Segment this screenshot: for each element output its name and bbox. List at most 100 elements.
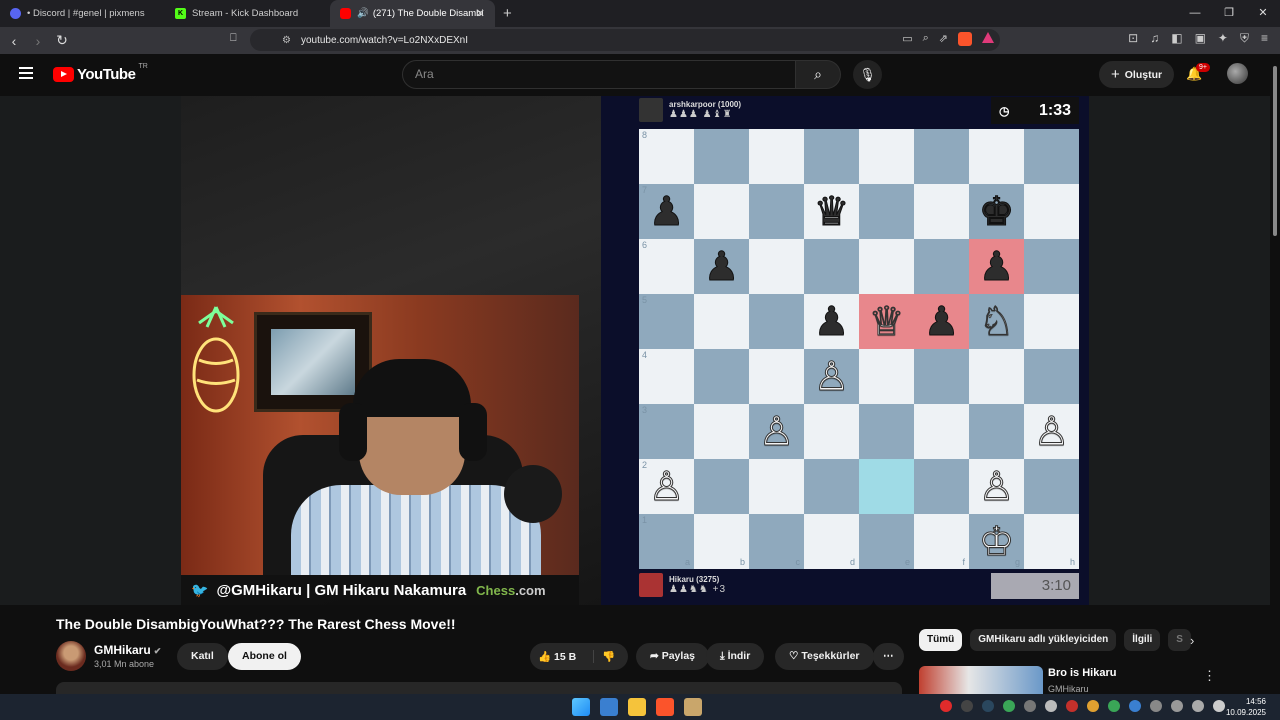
square-a1[interactable]: 1a bbox=[639, 514, 694, 569]
video-frame[interactable]: 🐦 @GMHikaru | GM Hikaru Nakamura Chess.c… bbox=[181, 96, 1089, 605]
square-h3[interactable]: ♙ bbox=[1024, 404, 1079, 459]
square-g1[interactable]: g ♔ bbox=[969, 514, 1024, 569]
app-icon[interactable] bbox=[684, 698, 702, 716]
square-d8[interactable] bbox=[804, 129, 859, 184]
screenshot-icon[interactable]: ⊡ bbox=[1128, 31, 1138, 46]
square-a2[interactable]: 2 ♙ bbox=[639, 459, 694, 514]
file-explorer-icon[interactable] bbox=[628, 698, 646, 716]
chess-piece[interactable]: ♙ bbox=[978, 466, 1015, 507]
video-player[interactable]: 🐦 @GMHikaru | GM Hikaru Nakamura Chess.c… bbox=[0, 96, 1270, 605]
tab-discord[interactable]: • Discord | #genel | pixmens bbox=[0, 0, 165, 27]
new-tab-icon[interactable]: + bbox=[503, 5, 512, 22]
page-scrollbar[interactable] bbox=[1270, 54, 1280, 694]
tray-icon-4[interactable] bbox=[1003, 700, 1015, 712]
square-e3[interactable] bbox=[859, 404, 914, 459]
square-a3[interactable]: 3 bbox=[639, 404, 694, 459]
square-c6[interactable] bbox=[749, 239, 804, 294]
dislike-button[interactable]: 👎 bbox=[594, 650, 615, 663]
system-clock[interactable]: 14:56 10.09.2025 bbox=[1226, 696, 1266, 718]
chess-piece[interactable]: ♟ bbox=[923, 301, 960, 342]
site-info-icon[interactable]: ⚙ bbox=[282, 35, 291, 46]
square-a7[interactable]: 7 ♟ bbox=[639, 184, 694, 239]
square-c7[interactable] bbox=[749, 184, 804, 239]
square-e7[interactable] bbox=[859, 184, 914, 239]
chip-more[interactable]: S bbox=[1168, 629, 1191, 651]
tray-icon-1[interactable] bbox=[940, 700, 952, 712]
square-g3[interactable] bbox=[969, 404, 1024, 459]
menu-icon[interactable]: ≡ bbox=[1261, 31, 1268, 46]
tray-icon-7[interactable] bbox=[1066, 700, 1078, 712]
chess-piece[interactable]: ♚ bbox=[978, 191, 1015, 232]
square-g2[interactable]: ♙ bbox=[969, 459, 1024, 514]
square-e6[interactable] bbox=[859, 239, 914, 294]
chess-piece[interactable]: ♟ bbox=[978, 246, 1015, 287]
tray-icon-2[interactable] bbox=[961, 700, 973, 712]
square-a8[interactable]: 8 bbox=[639, 129, 694, 184]
square-g7[interactable]: ♚ bbox=[969, 184, 1024, 239]
square-c4[interactable] bbox=[749, 349, 804, 404]
recommended-title[interactable]: Bro is Hikaru bbox=[1048, 667, 1116, 679]
square-b5[interactable] bbox=[694, 294, 749, 349]
chess-piece[interactable]: ♙ bbox=[758, 411, 795, 452]
tray-icon-9[interactable] bbox=[1108, 700, 1120, 712]
square-g8[interactable] bbox=[969, 129, 1024, 184]
more-actions-button[interactable]: ⋯ bbox=[873, 643, 904, 670]
windows-start-icon[interactable] bbox=[572, 698, 590, 716]
tray-icon-6[interactable] bbox=[1045, 700, 1057, 712]
square-d6[interactable] bbox=[804, 239, 859, 294]
share-icon[interactable]: ⇗ bbox=[939, 32, 948, 46]
chip-related[interactable]: İlgili bbox=[1124, 629, 1161, 651]
account-avatar[interactable] bbox=[1227, 63, 1248, 84]
square-d2[interactable] bbox=[804, 459, 859, 514]
square-d3[interactable] bbox=[804, 404, 859, 459]
square-b7[interactable] bbox=[694, 184, 749, 239]
back-icon[interactable]: ‹ bbox=[4, 33, 24, 49]
tray-icon-10[interactable] bbox=[1129, 700, 1141, 712]
square-b6[interactable]: ♟ bbox=[694, 239, 749, 294]
square-b2[interactable] bbox=[694, 459, 749, 514]
square-f7[interactable] bbox=[914, 184, 969, 239]
brave-rewards-icon[interactable] bbox=[982, 32, 994, 43]
square-e2[interactable] bbox=[859, 459, 914, 514]
create-button[interactable]: + Oluştur bbox=[1099, 61, 1175, 88]
square-h6[interactable] bbox=[1024, 239, 1079, 294]
tab-kick[interactable]: K Stream - Kick Dashboard bbox=[165, 0, 330, 27]
cast-icon[interactable]: ▭ bbox=[902, 32, 912, 46]
square-h5[interactable] bbox=[1024, 294, 1079, 349]
download-button[interactable]: ⤓ İndir bbox=[706, 643, 765, 670]
vpn-icon[interactable]: ⛨ bbox=[1240, 31, 1249, 46]
brave-shields-icon[interactable] bbox=[958, 32, 972, 46]
square-f3[interactable] bbox=[914, 404, 969, 459]
square-h8[interactable] bbox=[1024, 129, 1079, 184]
reload-icon[interactable]: ↻ bbox=[52, 32, 72, 49]
minimize-icon[interactable]: — bbox=[1178, 0, 1212, 27]
restore-icon[interactable]: ❐ bbox=[1212, 0, 1246, 27]
join-button[interactable]: Katıl bbox=[177, 643, 228, 670]
square-c1[interactable]: c bbox=[749, 514, 804, 569]
channel-name[interactable]: GMHikaru ✔ bbox=[94, 643, 161, 657]
square-b8[interactable] bbox=[694, 129, 749, 184]
square-e8[interactable] bbox=[859, 129, 914, 184]
chess-piece[interactable]: ♘ bbox=[978, 301, 1015, 342]
search-button[interactable]: ⌕ bbox=[796, 60, 841, 89]
square-b1[interactable]: b bbox=[694, 514, 749, 569]
search-input[interactable]: Ara bbox=[402, 60, 796, 89]
url-field[interactable]: ⎕ ⚙ youtube.com/watch?v=Lo2NXxDEXnI ▭ ⌕ … bbox=[230, 29, 1000, 51]
chip-all[interactable]: Tümü bbox=[919, 629, 963, 651]
square-c5[interactable] bbox=[749, 294, 804, 349]
chess-piece[interactable]: ♟ bbox=[813, 301, 850, 342]
square-f2[interactable] bbox=[914, 459, 969, 514]
volume-icon[interactable] bbox=[1192, 700, 1204, 712]
recommended-more-icon[interactable]: ⋮ bbox=[1203, 668, 1216, 684]
square-e4[interactable] bbox=[859, 349, 914, 404]
zoom-icon[interactable]: ⌕ bbox=[923, 32, 929, 46]
brave-browser-icon[interactable] bbox=[656, 698, 674, 716]
square-h7[interactable] bbox=[1024, 184, 1079, 239]
square-a4[interactable]: 4 bbox=[639, 349, 694, 404]
square-b3[interactable] bbox=[694, 404, 749, 459]
square-d1[interactable]: d bbox=[804, 514, 859, 569]
square-b4[interactable] bbox=[694, 349, 749, 404]
chess-piece[interactable]: ♙ bbox=[1033, 411, 1070, 452]
square-c2[interactable] bbox=[749, 459, 804, 514]
sidebar-icon[interactable]: ◧ bbox=[1171, 31, 1182, 46]
